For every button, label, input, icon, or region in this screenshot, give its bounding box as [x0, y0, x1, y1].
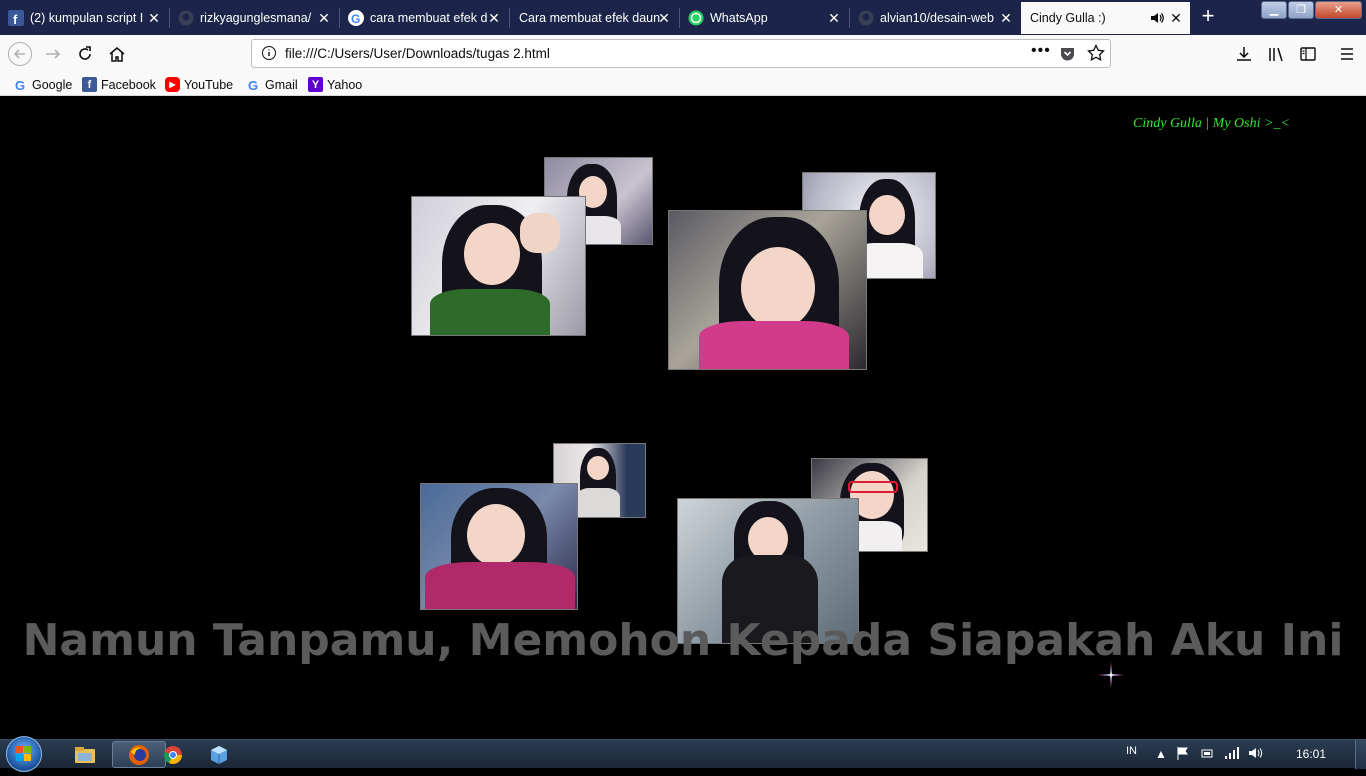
tab-google-search[interactable]: G cara membuat efek d ✕	[340, 2, 508, 34]
corner-caption: Cindy Gulla | My Oshi >_<	[1133, 116, 1290, 131]
chrome-icon	[164, 745, 182, 764]
google-icon: G	[348, 10, 364, 26]
hamburger-menu-icon	[1341, 48, 1353, 60]
url-text[interactable]: file:///C:/Users/User/Downloads/tugas 2.…	[285, 46, 550, 61]
info-icon[interactable]	[261, 45, 277, 66]
page-actions-icon[interactable]: •••	[1031, 42, 1051, 60]
tab-bar: f (2) kumpulan script I ✕ rizkyagunglesm…	[0, 0, 1366, 35]
tab-whatsapp[interactable]: WhatsApp ✕	[680, 2, 848, 34]
bookmark-youtube[interactable]: ▶ YouTube	[165, 75, 233, 94]
downloads-button[interactable]	[1232, 42, 1256, 66]
svg-text:f: f	[13, 12, 18, 26]
tab-github-alvian[interactable]: alvian10/desain-web ✕	[850, 2, 1020, 34]
home-button[interactable]	[105, 42, 129, 66]
address-bar[interactable]: file:///C:/Users/User/Downloads/tugas 2.…	[251, 39, 1111, 68]
bookmarks-toolbar: G Google f Facebook ▶ YouTube G Gmail Y …	[0, 73, 1366, 96]
photo-girl-finger-lips	[420, 483, 578, 610]
tab-title: Cindy Gulla :)	[1030, 11, 1106, 25]
reload-button[interactable]	[73, 42, 97, 66]
bookmark-yahoo[interactable]: Y Yahoo	[308, 75, 362, 94]
pocket-icon[interactable]	[1059, 45, 1076, 67]
close-tab-icon[interactable]: ✕	[998, 10, 1014, 26]
photo-girl-green-outfit	[411, 196, 586, 336]
forward-button[interactable]	[41, 42, 65, 66]
window-close-button[interactable]: ✕	[1315, 1, 1362, 19]
home-icon	[109, 47, 125, 62]
quote-text: Namun Tanpamu, Memohon Kepada Siapakah A…	[22, 615, 1344, 666]
forward-arrow-icon	[46, 49, 61, 59]
network-signal-icon[interactable]	[1224, 746, 1240, 763]
sidebar-icon	[1300, 47, 1316, 61]
google-icon: G	[246, 77, 261, 92]
youtube-icon: ▶	[165, 77, 180, 92]
library-icon	[1269, 47, 1283, 62]
tab-facebook[interactable]: f (2) kumpulan script I ✕	[0, 2, 168, 34]
volume-icon[interactable]	[1248, 746, 1264, 763]
svg-text:G: G	[248, 78, 258, 92]
minimize-button[interactable]: ▁	[1261, 1, 1287, 19]
close-tab-icon[interactable]: ✕	[146, 10, 162, 26]
taskbar-app[interactable]	[192, 741, 246, 768]
tab-cindy-gulla[interactable]: Cindy Gulla :) ✕	[1021, 2, 1190, 34]
facebook-icon: f	[82, 77, 97, 92]
download-icon	[1237, 47, 1251, 61]
svg-text:G: G	[351, 12, 360, 26]
navigation-toolbar: file:///C:/Users/User/Downloads/tugas 2.…	[0, 35, 1366, 73]
app-box-icon	[211, 745, 227, 764]
tab-title: Cara membuat efek daun	[519, 11, 661, 25]
svg-text:G: G	[15, 78, 25, 92]
tab-cara-membuat[interactable]: Cara membuat efek daun ✕	[510, 2, 678, 34]
sidebar-button[interactable]	[1296, 42, 1320, 66]
windows-logo-icon	[16, 746, 31, 761]
close-tab-icon[interactable]: ✕	[656, 10, 672, 26]
start-button[interactable]	[6, 736, 42, 772]
system-clock[interactable]: 16:01	[1296, 747, 1326, 761]
bookmark-facebook[interactable]: f Facebook	[82, 75, 156, 94]
tab-github-rizky[interactable]: rizkyagunglesmana/ ✕	[170, 2, 338, 34]
taskbar-explorer[interactable]	[58, 741, 112, 768]
close-tab-icon[interactable]: ✕	[486, 10, 502, 26]
power-icon[interactable]	[1200, 746, 1214, 763]
github-icon	[178, 10, 194, 26]
bookmark-label: Facebook	[101, 77, 156, 92]
action-center-flag-icon[interactable]	[1176, 746, 1190, 763]
back-button[interactable]	[8, 42, 32, 66]
bookmark-label: Gmail	[265, 77, 298, 92]
back-arrow-icon	[8, 42, 32, 66]
github-icon	[858, 10, 874, 26]
bookmark-label: Yahoo	[327, 77, 363, 92]
show-hidden-icons-icon[interactable]: ▲	[1155, 747, 1167, 761]
taskbar: IN ▲ 16:01	[0, 736, 1366, 772]
language-indicator[interactable]: IN	[1126, 745, 1137, 757]
bookmark-label: Google	[32, 77, 73, 92]
bookmark-gmail[interactable]: G Gmail	[246, 75, 298, 94]
maximize-button[interactable]: ❐	[1288, 1, 1314, 19]
close-tab-icon[interactable]: ✕	[1168, 10, 1184, 26]
new-tab-button[interactable]: +	[1197, 5, 1219, 27]
close-tab-icon[interactable]: ✕	[826, 10, 842, 26]
yahoo-icon: Y	[308, 77, 323, 92]
reload-icon	[79, 46, 91, 60]
bookmark-google[interactable]: G Google	[13, 75, 73, 94]
menu-button[interactable]	[1335, 42, 1359, 66]
library-button[interactable]	[1264, 42, 1288, 66]
speaker-icon[interactable]	[1150, 11, 1164, 28]
photo-girl-pink-car	[668, 210, 867, 370]
facebook-icon: f	[8, 10, 24, 26]
bookmark-label: YouTube	[184, 77, 234, 92]
sparkle-cursor-icon	[1098, 662, 1124, 688]
close-tab-icon[interactable]: ✕	[316, 10, 332, 26]
page-content: Cindy Gulla | My Oshi >_< Namun Tanpamu,…	[0, 96, 1366, 739]
file-explorer-icon	[75, 746, 95, 763]
show-desktop-button[interactable]	[1355, 740, 1366, 769]
whatsapp-icon	[688, 10, 704, 26]
bookmark-star-icon[interactable]	[1087, 43, 1105, 67]
google-icon: G	[13, 77, 28, 92]
